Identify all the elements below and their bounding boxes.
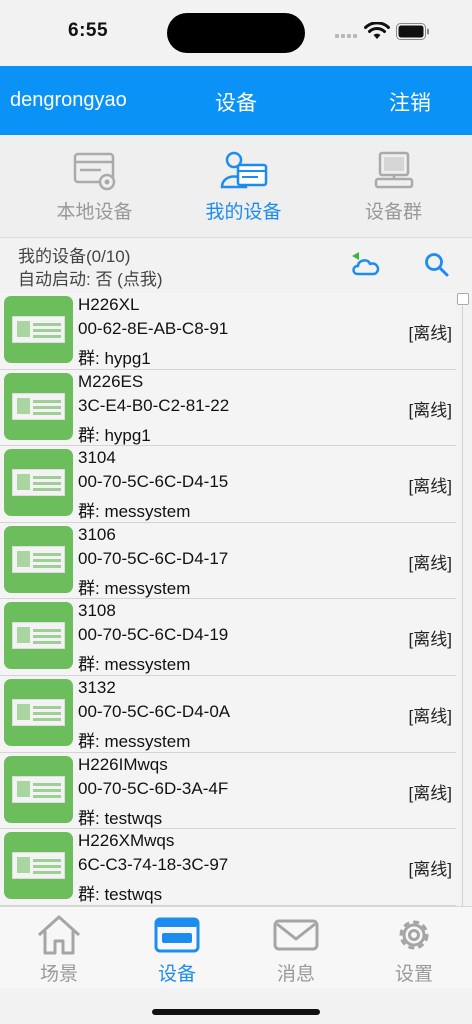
device-group: 群: messystem [78, 731, 191, 751]
tabbar-item-settings[interactable]: 设置 [355, 907, 472, 989]
device-thumbnail [4, 755, 73, 823]
device-thumbnail [4, 296, 73, 363]
wifi-icon [364, 22, 390, 39]
mail-icon [273, 919, 319, 951]
device-mac: 00-70-5C-6D-3A-4F [78, 778, 229, 798]
my-device-icon [220, 151, 267, 189]
tabbar-label: 设置 [394, 964, 433, 985]
device-thumbnail [4, 602, 73, 670]
tabbar-item-device[interactable]: 设备 [118, 907, 236, 989]
auto-start-toggle[interactable]: 自动启动: 否 (点我) [18, 265, 163, 290]
device-name: 3104 [78, 448, 116, 468]
device-name: H226IMwqs [78, 754, 168, 774]
device-icon [154, 917, 200, 953]
home-icon [37, 915, 81, 955]
device-mac: 00-70-5C-6C-D4-0A [78, 701, 231, 721]
device-row[interactable]: H226IMwqs 00-70-5C-6D-3A-4F 群: testwqs [… [0, 752, 456, 830]
device-mac: 3C-E4-B0-C2-81-22 [78, 395, 230, 415]
tabbar-item-messages[interactable]: 消息 [237, 907, 355, 989]
device-status: [离线] [408, 477, 452, 497]
device-group: 群: messystem [78, 578, 191, 598]
device-name: 3106 [78, 524, 116, 544]
device-row[interactable]: 3104 00-70-5C-6C-D4-15 群: messystem [离线] [0, 446, 456, 523]
device-count: 我的设备(0/10) [18, 247, 131, 266]
device-mac: 6C-C3-74-18-3C-97 [78, 855, 229, 875]
device-name: 3132 [78, 677, 116, 697]
device-name: H226XL [78, 295, 140, 314]
tabbar-item-scene[interactable]: 场景 [0, 907, 118, 989]
gear-icon [399, 920, 429, 950]
device-group: 群: testwqs [78, 885, 163, 905]
cloud-add-icon[interactable] [350, 252, 382, 278]
scrollbar-thumb[interactable] [457, 293, 469, 305]
tab-device-group[interactable]: 设备群 [315, 135, 472, 238]
device-group: 群: messystem [78, 655, 191, 675]
tab-local-devices[interactable]: 本地设备 [16, 135, 173, 238]
device-row[interactable]: 3132 00-70-5C-6C-D4-0A 群: messystem [离线] [0, 675, 456, 753]
device-status: [离线] [408, 400, 452, 420]
device-group-icon [374, 151, 413, 189]
nav-header: dengrongyao 设备 注销 [0, 66, 472, 135]
local-device-icon [73, 152, 115, 191]
device-mac: 00-70-5C-6C-D4-15 [78, 472, 229, 492]
tab-label: 本地设备 [56, 202, 133, 223]
device-name: 3108 [78, 601, 116, 621]
device-thumbnail [4, 678, 73, 746]
tab-label: 我的设备 [205, 202, 282, 223]
device-status: [离线] [408, 630, 452, 650]
device-thumbnail [4, 449, 73, 517]
device-group: 群: testwqs [78, 808, 163, 828]
device-status: [离线] [408, 324, 452, 343]
dynamic-island [167, 13, 305, 53]
device-status: [离线] [408, 860, 452, 880]
device-status: [离线] [408, 706, 452, 726]
tabbar-label: 设备 [157, 964, 196, 985]
signal-icon [335, 32, 359, 38]
home-indicator [152, 1009, 320, 1015]
status-bar: 6:55 [0, 0, 472, 66]
device-segment-tabs: 本地设备 我的设备 设备群 [0, 135, 472, 238]
logout-button[interactable]: 注销 [389, 87, 431, 117]
device-thumbnail [4, 525, 73, 593]
device-group: 群: hypg1 [78, 349, 151, 368]
device-info-bar: 我的设备(0/10) 自动启动: 否 (点我) [0, 238, 472, 293]
device-name: H226XMwqs [78, 831, 175, 851]
device-group: 群: hypg1 [78, 425, 151, 445]
device-thumbnail [4, 372, 73, 440]
device-group: 群: messystem [78, 502, 191, 522]
device-status: [离线] [408, 783, 452, 803]
bottom-tab-bar: 场景 设备 消息 设置 [0, 906, 472, 988]
device-status: [离线] [408, 553, 452, 573]
device-mac: 00-70-5C-6C-D4-17 [78, 548, 229, 568]
battery-icon [396, 23, 429, 40]
tab-my-devices[interactable]: 我的设备 [165, 135, 322, 238]
device-list: H226XL 00-62-8E-AB-C8-91 群: hypg1 [离线] M… [0, 293, 456, 906]
home-indicator-area [0, 988, 472, 1024]
scrollbar-track [462, 306, 463, 906]
status-time: 6:55 [68, 20, 109, 41]
device-mac: 00-62-8E-AB-C8-91 [78, 319, 229, 338]
device-row[interactable]: 3108 00-70-5C-6C-D4-19 群: messystem [离线] [0, 599, 456, 676]
device-mac: 00-70-5C-6C-D4-19 [78, 625, 229, 645]
device-thumbnail [4, 832, 73, 900]
search-icon[interactable] [424, 252, 450, 278]
device-row[interactable]: H226XMwqs 6C-C3-74-18-3C-97 群: testwqs [… [0, 829, 456, 906]
tab-label: 设备群 [364, 202, 422, 223]
tabbar-label: 场景 [39, 964, 78, 985]
device-row[interactable]: H226XL 00-62-8E-AB-C8-91 群: hypg1 [离线] [0, 293, 456, 370]
device-name: M226ES [78, 371, 144, 391]
tabbar-label: 消息 [276, 964, 315, 985]
device-row[interactable]: M226ES 3C-E4-B0-C2-81-22 群: hypg1 [离线] [0, 369, 456, 447]
device-row[interactable]: 3106 00-70-5C-6C-D4-17 群: messystem [离线] [0, 522, 456, 600]
